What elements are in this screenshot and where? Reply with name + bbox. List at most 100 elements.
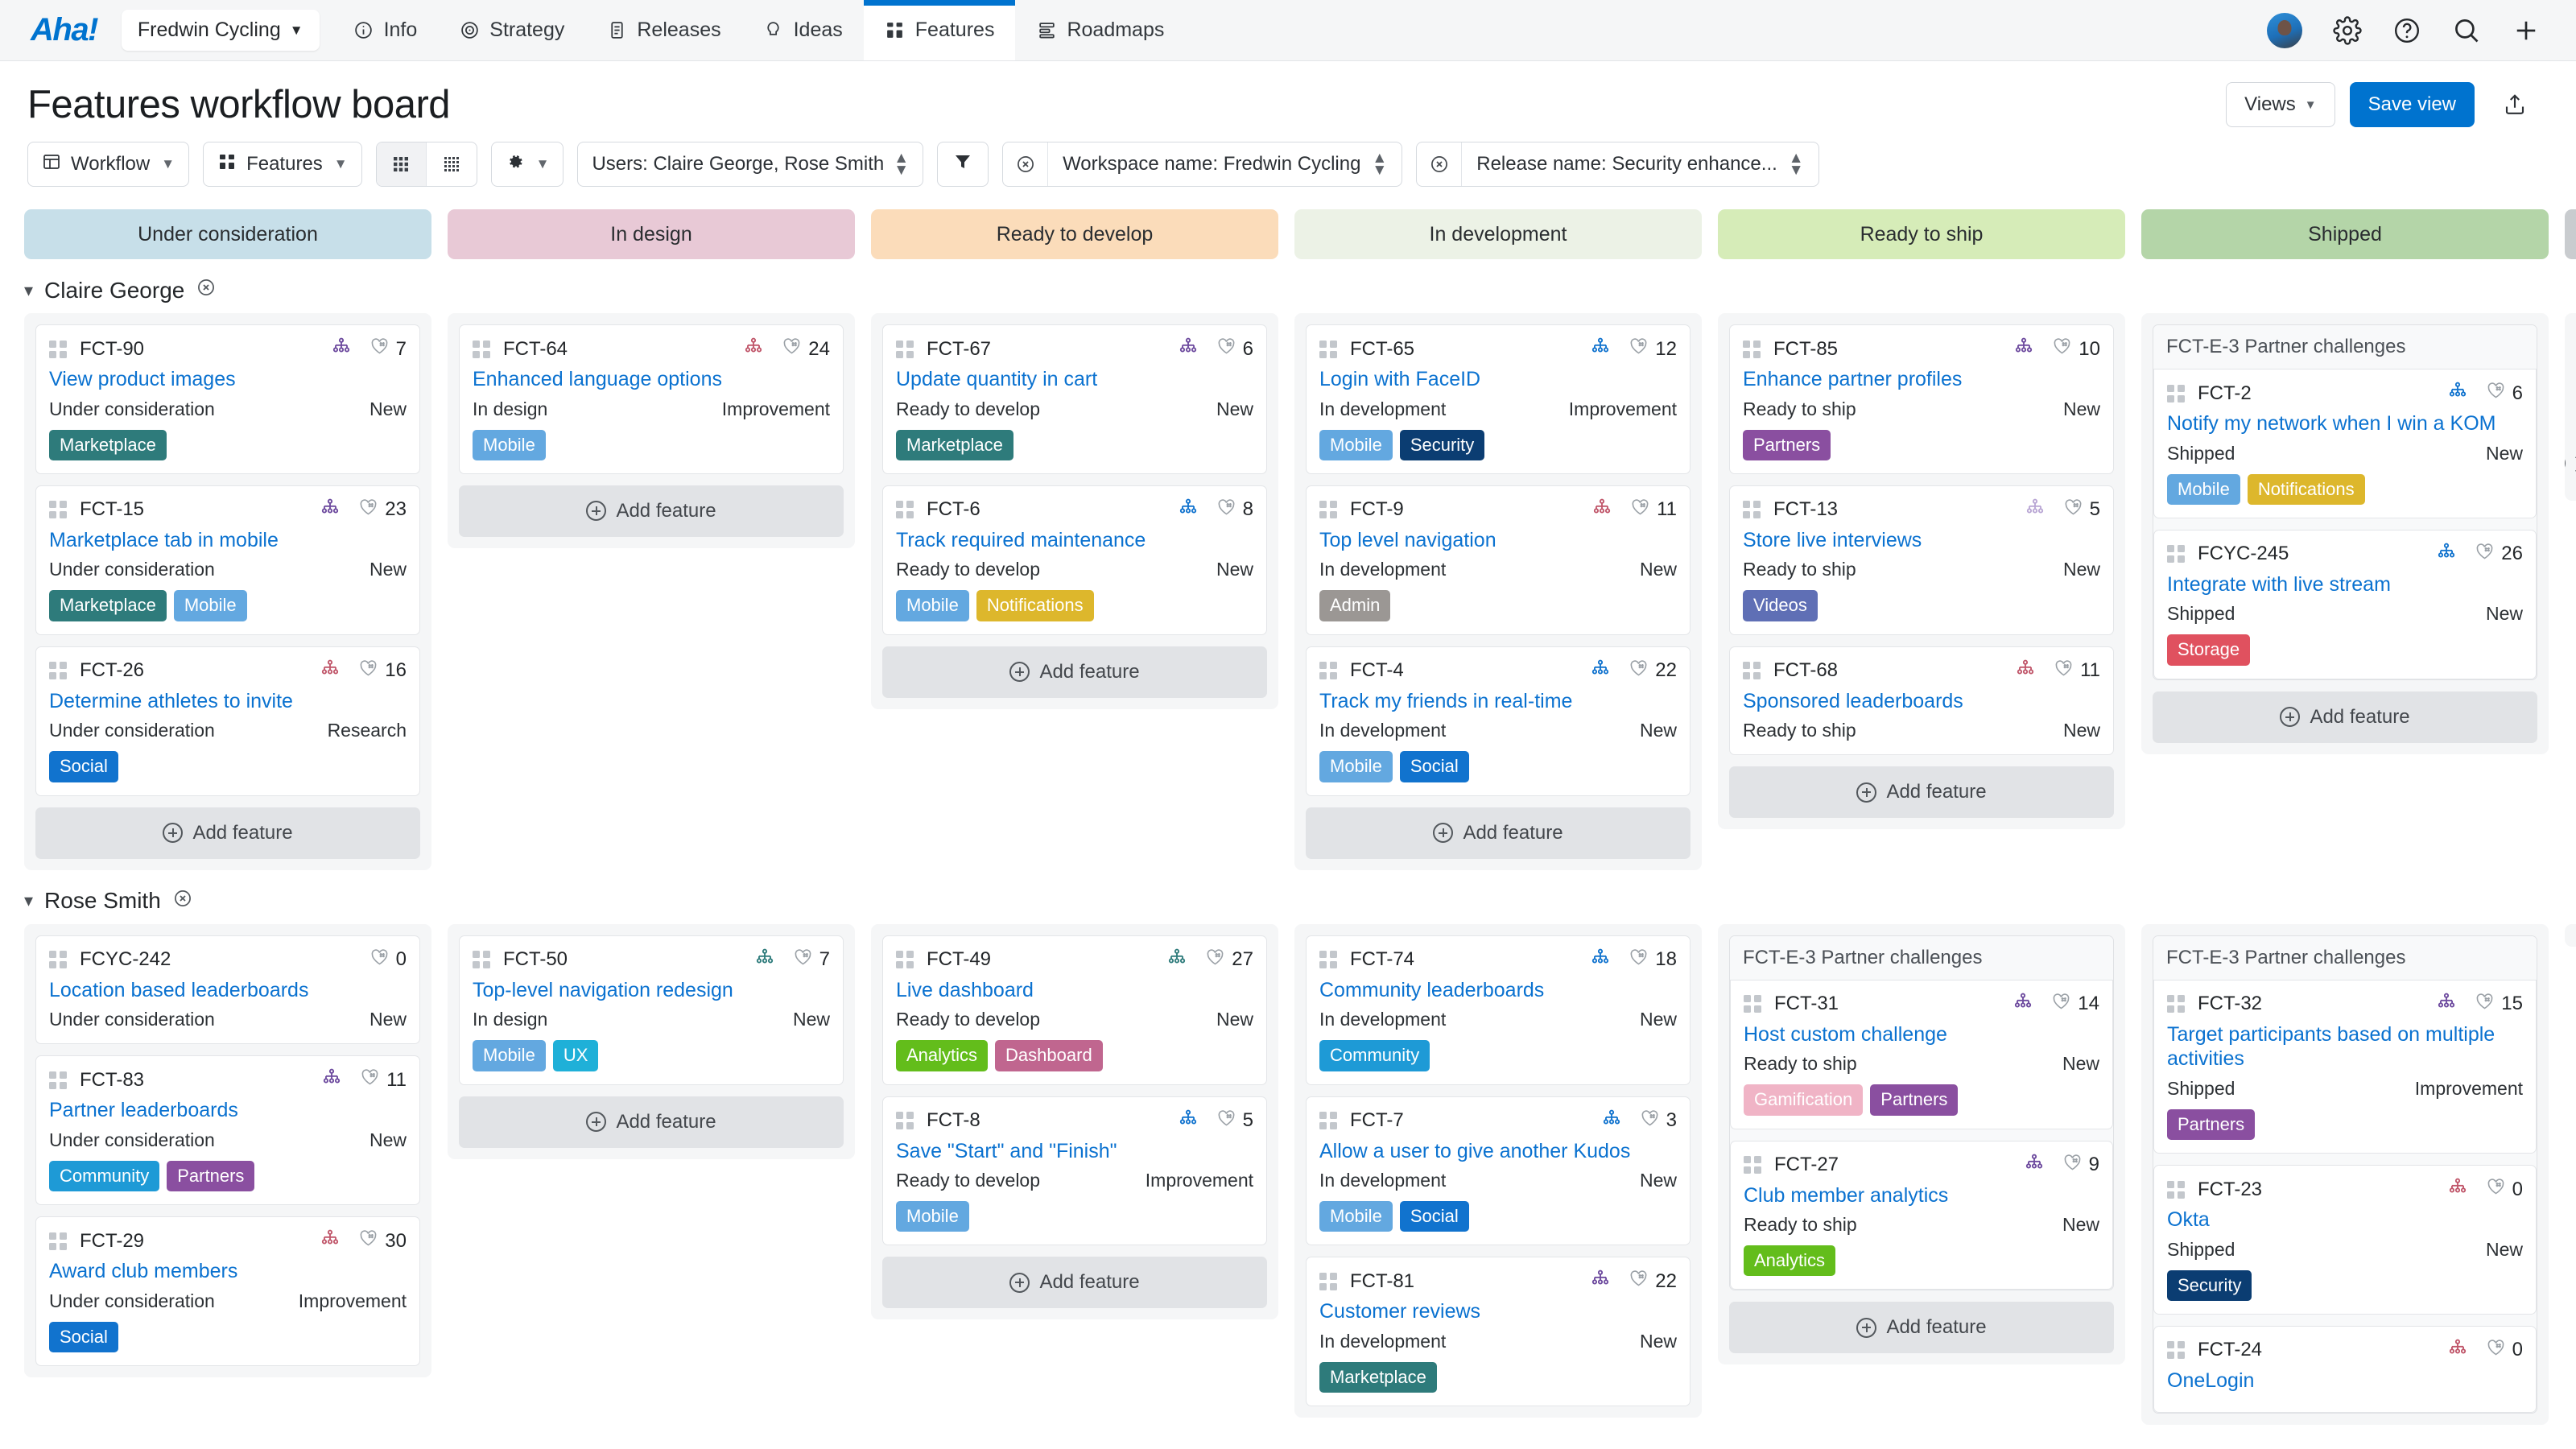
tag[interactable]: Mobile [1319, 751, 1393, 782]
tag[interactable]: Marketplace [49, 590, 167, 621]
drag-handle-icon[interactable] [2167, 995, 2185, 1013]
drag-handle-icon[interactable] [2167, 1181, 2185, 1199]
add-feature-button[interactable]: Add feature [459, 1096, 844, 1148]
feature-card[interactable]: FCT-230OktaShippedNewSecurity [2153, 1165, 2537, 1315]
filter-release-select[interactable]: Release name: Security enhance... ▲▼ [1462, 142, 1818, 186]
add-feature-button[interactable]: Add feature [882, 646, 1267, 698]
feature-card[interactable]: FCT-422Track my friends in real-timeIn d… [1306, 646, 1690, 796]
workspace-selector[interactable]: Fredwin Cycling ▼ [122, 10, 320, 51]
drag-handle-icon[interactable] [1744, 1156, 1761, 1174]
add-feature-button[interactable]: Add feature [459, 485, 844, 537]
nav-item-releases[interactable]: Releases [585, 0, 741, 60]
feature-title-link[interactable]: Login with FaceID [1319, 367, 1677, 392]
drag-handle-icon[interactable] [473, 951, 490, 968]
add-feature-button[interactable]: Add feature [882, 1257, 1267, 1308]
drag-handle-icon[interactable] [1743, 341, 1761, 358]
feature-card[interactable]: FCT-6424Enhanced language optionsIn desi… [459, 324, 844, 474]
nav-item-roadmaps[interactable]: Roadmaps [1015, 0, 1185, 60]
tag[interactable]: Notifications [2248, 474, 2365, 505]
tag[interactable]: UX [553, 1040, 599, 1071]
drag-handle-icon[interactable] [1744, 995, 1761, 1013]
tag[interactable]: Marketplace [1319, 1362, 1437, 1393]
column-header-ready-to-ship[interactable]: Ready to ship [1718, 209, 2125, 259]
tag[interactable]: Marketplace [896, 430, 1013, 460]
feature-card[interactable]: FCT-911Top level navigationIn developmen… [1306, 485, 1690, 635]
feature-title-link[interactable]: Live dashboard [896, 978, 1253, 1003]
nav-item-strategy[interactable]: Strategy [438, 0, 585, 60]
drag-handle-icon[interactable] [49, 662, 67, 679]
feature-group-label[interactable]: FCT-E-3 Partner challenges [2153, 325, 2537, 369]
drag-handle-icon[interactable] [1319, 1273, 1337, 1290]
feature-title-link[interactable]: Top level navigation [1319, 528, 1677, 553]
tag[interactable]: Gamification [1744, 1084, 1863, 1115]
tag[interactable]: Videos [1743, 590, 1818, 621]
feature-title-link[interactable]: Sponsored leaderboards [1743, 689, 2100, 714]
feature-title-link[interactable]: Track required maintenance [896, 528, 1253, 553]
workflow-selector[interactable]: Workflow ▼ [27, 142, 189, 187]
column-header-ready-to-develop[interactable]: Ready to develop [871, 209, 1278, 259]
drag-handle-icon[interactable] [1743, 501, 1761, 518]
feature-card[interactable]: FCT-2616Determine athletes to inviteUnde… [35, 646, 420, 796]
feature-card[interactable]: FCT-2930Award club membersUnder consider… [35, 1216, 420, 1366]
plus-icon[interactable] [2512, 16, 2541, 45]
share-icon[interactable] [2489, 82, 2541, 127]
drag-handle-icon[interactable] [896, 1112, 914, 1129]
search-icon[interactable] [2452, 16, 2481, 45]
tag[interactable]: Mobile [1319, 1201, 1393, 1232]
tag[interactable]: Notifications [976, 590, 1094, 621]
tag[interactable]: Mobile [473, 1040, 546, 1071]
nav-item-features[interactable]: Features [864, 0, 1016, 60]
tag[interactable]: Security [2167, 1270, 2252, 1301]
feature-title-link[interactable]: Store live interviews [1743, 528, 2100, 553]
add-feature-button[interactable]: Add feature [2153, 691, 2537, 743]
tag[interactable]: Mobile [1319, 430, 1393, 460]
feature-title-link[interactable]: Top-level navigation redesign [473, 978, 830, 1003]
feature-title-link[interactable]: Marketplace tab in mobile [49, 528, 407, 553]
drag-handle-icon[interactable] [49, 951, 67, 968]
avatar[interactable] [2267, 13, 2302, 48]
drag-handle-icon[interactable] [49, 341, 67, 358]
tag[interactable]: Community [1319, 1040, 1430, 1071]
drag-handle-icon[interactable] [473, 341, 490, 358]
chevron-down-icon[interactable]: ▾ [24, 280, 33, 301]
chevron-down-icon[interactable]: ▾ [24, 890, 33, 911]
tag[interactable]: Storage [2167, 634, 2250, 665]
tag[interactable]: Mobile [896, 590, 969, 621]
feature-title-link[interactable]: Update quantity in cart [896, 367, 1253, 392]
feature-card[interactable]: FCT-68Track required maintenanceReady to… [882, 485, 1267, 635]
feature-title-link[interactable]: Target participants based on multiple ac… [2167, 1022, 2523, 1071]
drag-handle-icon[interactable] [2167, 385, 2185, 402]
feature-title-link[interactable]: Determine athletes to invite [49, 689, 407, 714]
record-type-selector[interactable]: Features ▼ [203, 142, 362, 187]
aha-logo[interactable]: Aha! [0, 0, 122, 60]
feature-title-link[interactable]: Notify my network when I win a KOM [2167, 411, 2523, 436]
remove-swimlane-icon[interactable] [172, 888, 193, 914]
feature-card[interactable]: FCT-8510Enhance partner profilesReady to… [1729, 324, 2114, 474]
column-header-under-consideration[interactable]: Under consideration [24, 209, 431, 259]
feature-card[interactable]: FCT-8122Customer reviewsIn developmentNe… [1306, 1257, 1690, 1406]
feature-card[interactable]: FCYC-24526Integrate with live streamShip… [2153, 530, 2537, 679]
add-feature-button[interactable]: Add feature [1729, 1302, 2114, 1353]
drag-handle-icon[interactable] [1319, 662, 1337, 679]
add-feature-button[interactable]: Add feature [35, 807, 420, 859]
column-header-in-development[interactable]: In development [1294, 209, 1702, 259]
drag-handle-icon[interactable] [2167, 1341, 2185, 1359]
drag-handle-icon[interactable] [49, 501, 67, 518]
feature-title-link[interactable]: Okta [2167, 1208, 2523, 1232]
feature-card[interactable]: FCT-6512Login with FaceIDIn developmentI… [1306, 324, 1690, 474]
add-feature-button[interactable]: Add feature [1306, 807, 1690, 859]
feature-card[interactable]: FCT-135Store live interviewsReady to shi… [1729, 485, 2114, 635]
add-feature-button[interactable]: Add feature [1729, 766, 2114, 818]
feature-title-link[interactable]: Integrate with live stream [2167, 572, 2523, 597]
views-button[interactable]: Views ▼ [2226, 82, 2334, 127]
drag-handle-icon[interactable] [1319, 501, 1337, 518]
tag[interactable]: Mobile [896, 1201, 969, 1232]
tag[interactable]: Partners [167, 1161, 254, 1191]
tag[interactable]: Social [1400, 751, 1469, 782]
drag-handle-icon[interactable] [896, 951, 914, 968]
drag-handle-icon[interactable] [1319, 341, 1337, 358]
save-view-button[interactable]: Save view [2350, 82, 2475, 127]
feature-title-link[interactable]: Enhance partner profiles [1743, 367, 2100, 392]
tag[interactable]: Mobile [473, 430, 546, 460]
tag[interactable]: Marketplace [49, 430, 167, 460]
